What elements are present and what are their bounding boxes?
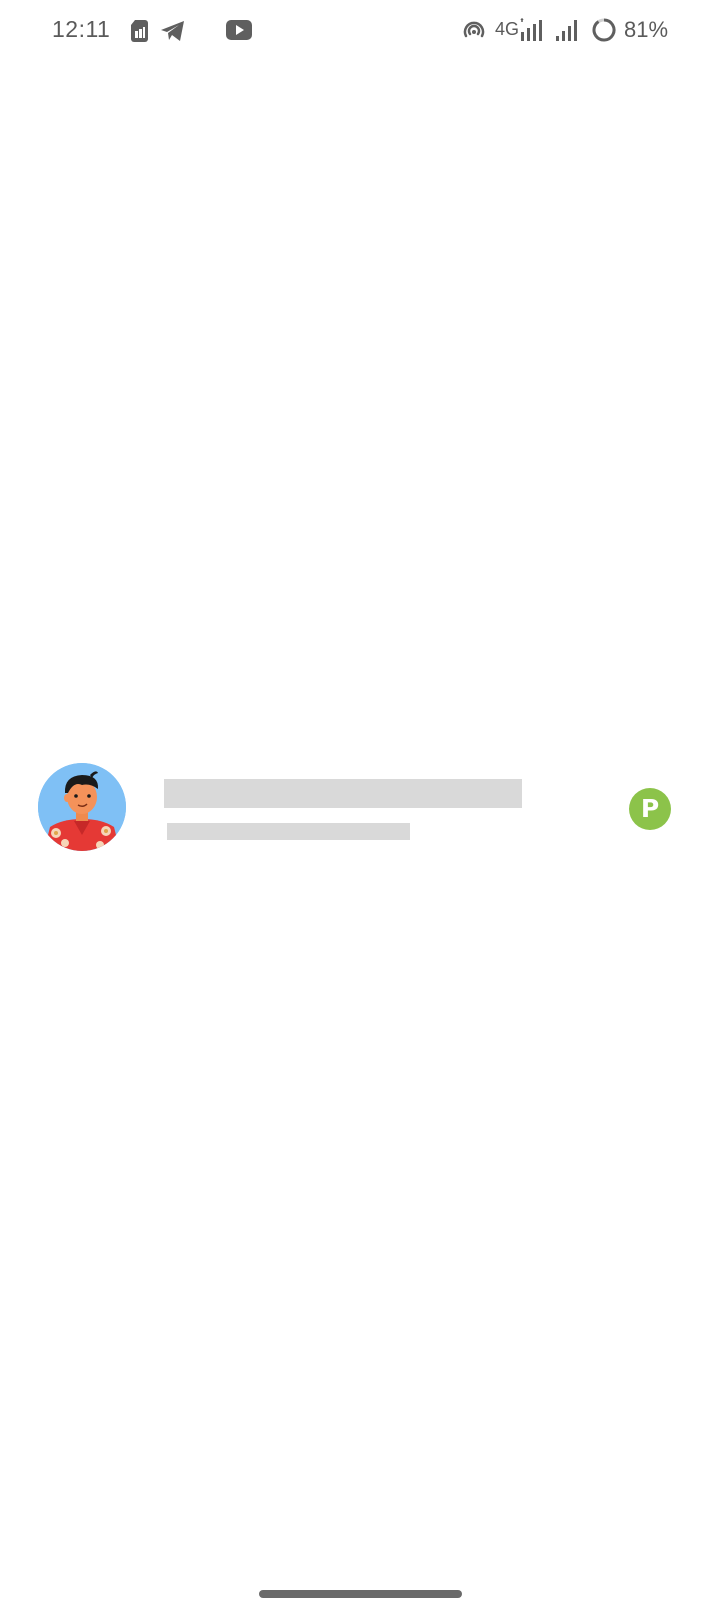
telegram-icon bbox=[161, 21, 184, 41]
avatar-icon bbox=[38, 763, 126, 851]
skeleton-title-placeholder bbox=[164, 779, 522, 808]
hotspot-icon bbox=[463, 21, 485, 38]
signal-icon-2 bbox=[556, 20, 577, 41]
home-indicator[interactable] bbox=[259, 1590, 462, 1598]
status-bar: 12:11 4G 81% bbox=[0, 0, 720, 62]
network-type-label: 4G bbox=[495, 19, 520, 39]
skeleton-subtitle-placeholder bbox=[167, 823, 410, 840]
status-time: 12:11 bbox=[52, 16, 111, 42]
battery-percentage: 81% bbox=[624, 17, 669, 42]
sim-card-icon bbox=[131, 20, 148, 42]
avatar-illustration bbox=[38, 763, 126, 851]
youtube-icon bbox=[226, 20, 252, 40]
battery-ring-icon bbox=[592, 18, 616, 42]
signal-icon bbox=[520, 18, 542, 41]
p-badge: P bbox=[629, 788, 671, 830]
